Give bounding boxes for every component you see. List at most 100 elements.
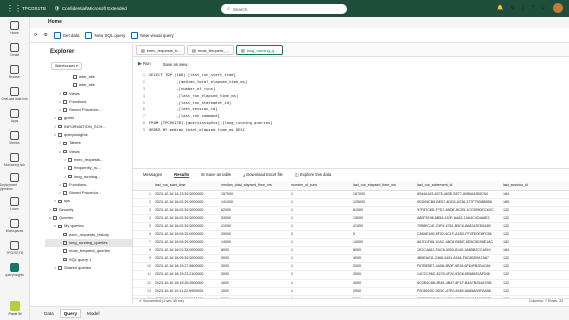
- table-cell[interactable]: 41000: [219, 222, 289, 231]
- table-cell[interactable]: 182: [501, 238, 569, 248]
- column-header[interactable]: last_run_statement_id: [415, 181, 501, 191]
- tree-node[interactable]: > exec_requests...: [45, 156, 132, 164]
- table-cell[interactable]: 2023-10-16 16:04:29.0000000: [153, 238, 219, 248]
- avatar[interactable]: [553, 3, 563, 13]
- column-header[interactable]: last_run_start_time: [153, 181, 219, 191]
- table-cell[interactable]: C8D6E490-5F52-4C1F-A15D-FF3FE0E8FC58: [415, 230, 501, 240]
- tree-node[interactable]: > long_running...: [45, 173, 132, 181]
- tree-node[interactable]: > Shared queries: [45, 264, 132, 272]
- tree-node[interactable]: > Stored Procedur...: [45, 189, 132, 197]
- rail-item[interactable]: queryinsights: [0, 259, 29, 281]
- settings-icon[interactable]: ⚙: [510, 5, 514, 11]
- table-cell[interactable]: 132: [501, 270, 569, 280]
- table-cell[interactable]: 132: [501, 262, 569, 272]
- model-view-button[interactable]: Model: [87, 311, 100, 316]
- table-cell[interactable]: 2023-10-16 18:09:30.0000000: [153, 254, 219, 264]
- tree-node[interactable]: v My queries: [45, 222, 132, 230]
- table-cell[interactable]: 1: [289, 198, 351, 207]
- tree-node[interactable]: > Security: [45, 206, 132, 214]
- code-line[interactable]: ,[last_run_elapsed_time_ms]: [149, 93, 272, 100]
- data-view-button[interactable]: Data: [44, 311, 54, 316]
- query-view-button[interactable]: Query: [59, 309, 81, 318]
- table-row[interactable]: 5 2023-10-16 16:02:30.0000000 41000 1 41000 7…: [133, 222, 569, 231]
- run-button[interactable]: ▶ Run: [138, 61, 151, 67]
- tree-node[interactable]: > guest: [45, 114, 132, 122]
- table-cell[interactable]: 2000: [351, 287, 415, 296]
- table-cell[interactable]: 41000: [351, 222, 415, 231]
- table-cell[interactable]: 13000: [351, 214, 415, 223]
- tab-results[interactable]: Results: [174, 172, 190, 178]
- explore-data-button[interactable]: ◫ Explore this data: [295, 172, 331, 177]
- rail-item[interactable]: OneLake data hub: [0, 83, 29, 105]
- download-excel-button[interactable]: ⤓ Download Excel file: [243, 172, 283, 177]
- rail-item[interactable]: Workspaces: [0, 215, 29, 237]
- table-row[interactable]: 1 2023-10-16 14:13:30.0000000 157000 1 15700…: [133, 190, 569, 199]
- tree-node[interactable]: > Stored Procedur...: [45, 106, 132, 114]
- tree-node[interactable]: > Tables: [45, 139, 132, 147]
- table-cell[interactable]: 2023-10-16 18:19:23.2100000: [153, 270, 219, 280]
- table-cell[interactable]: F67BE5E7-4A56-4B0F-9E28-6F64FB2B4C66: [415, 262, 501, 272]
- table-cell[interactable]: 1: [289, 214, 351, 223]
- rail-item[interactable]: Browse: [0, 61, 29, 83]
- table-cell[interactable]: 2023-10-16 18:19:26.5500000: [153, 279, 219, 288]
- table-cell[interactable]: 1: [289, 246, 351, 256]
- table-cell[interactable]: 157000: [351, 190, 415, 199]
- column-header[interactable]: number_of_runs: [289, 181, 351, 191]
- tree-node[interactable]: > Functions: [45, 181, 132, 189]
- table-cell[interactable]: 1: [289, 222, 351, 231]
- notifications-icon[interactable]: 🔔: [497, 5, 503, 11]
- table-cell[interactable]: 2023-10-16 16:02:29.0000000: [153, 198, 219, 207]
- workspace-name[interactable]: TPCDS1TB: [22, 6, 46, 11]
- table-cell[interactable]: 184: [501, 190, 569, 199]
- table-cell[interactable]: 53000: [219, 214, 289, 223]
- table-cell[interactable]: 2000: [219, 287, 289, 296]
- table-cell[interactable]: 1: [289, 262, 351, 272]
- rail-item[interactable]: Metrics: [0, 127, 29, 149]
- table-cell[interactable]: 132: [501, 254, 569, 264]
- table-row[interactable]: 10 2023-10-16 18:19:27.5600000 3000 1 2000 F6…: [133, 262, 569, 272]
- table-cell[interactable]: 132: [501, 214, 569, 223]
- table-row[interactable]: 4 2023-10-16 16:02:30.0000000 53000 1 13000 A…: [133, 214, 569, 223]
- table-row[interactable]: 2 2023-10-16 16:02:29.0000000 141000 1 12500…: [133, 198, 569, 207]
- help-icon[interactable]: ?: [531, 5, 534, 11]
- rail-item[interactable]: Deployment pipelines: [0, 171, 29, 193]
- tree-node[interactable]: exec_requests_history: [45, 231, 132, 239]
- rail-item[interactable]: TPCDS1TB: [0, 237, 29, 259]
- tab-messages[interactable]: Messages: [143, 172, 162, 177]
- table-cell[interactable]: 184: [501, 246, 569, 256]
- table-cell[interactable]: F0D6025C-5D3C-47E0-8189-8A65AD9FAA58: [415, 287, 501, 296]
- code-line[interactable]: ,[median_total_elapsed_time_ms]: [149, 79, 272, 86]
- table-cell[interactable]: 61000: [351, 206, 415, 215]
- code-line[interactable]: ,[number_of_runs]: [149, 86, 272, 93]
- table-cell[interactable]: 1: [289, 190, 351, 199]
- table-cell[interactable]: 7958EC1E-C0F6-4781-B9C6-8A6242ED644B: [415, 222, 501, 231]
- table-cell[interactable]: 4000: [351, 254, 415, 264]
- table-row[interactable]: 3 2023-10-16 16:02:30.0000000 62000 1 61000 9…: [133, 206, 569, 215]
- app-launcher-icon[interactable]: ⋮⋮: [6, 4, 22, 14]
- table-cell[interactable]: 3000: [219, 262, 289, 272]
- table-cell[interactable]: 62000: [219, 206, 289, 215]
- column-header[interactable]: last_session_id: [501, 181, 569, 191]
- table-cell[interactable]: 8000: [219, 246, 289, 256]
- table-row[interactable]: 6 2023-10-16 16:04:25.0000000 25000 2 0 C8D6E…: [133, 230, 569, 240]
- tab-most-frequent-queries[interactable]: ▤ most_frequent_...: [187, 45, 234, 55]
- table-cell[interactable]: 132: [501, 230, 569, 240]
- tab-long-running-queries[interactable]: ▤ long_running_q...: [235, 45, 283, 55]
- rail-item[interactable]: Learn: [0, 193, 29, 215]
- table-cell[interactable]: 125000: [351, 198, 415, 207]
- table-cell[interactable]: 1: [289, 270, 351, 280]
- tree-node[interactable]: > Views: [45, 90, 132, 98]
- table-cell[interactable]: 1: [289, 279, 351, 288]
- table-cell[interactable]: 1: [289, 238, 351, 248]
- table-cell[interactable]: 4000: [351, 279, 415, 288]
- table-cell[interactable]: 2023-10-16 14:13:30.0000000: [153, 190, 219, 199]
- table-cell[interactable]: 2023-10-16 16:01:33.0000000: [153, 246, 219, 256]
- code-line[interactable]: FROM [TPCDS1TB].[queryinsights].[long_ru…: [149, 120, 272, 127]
- table-cell[interactable]: 132: [501, 287, 569, 296]
- rail-item[interactable]: Home: [0, 17, 29, 39]
- new-visual-query-button[interactable]: New visual query: [131, 31, 174, 39]
- tree-node[interactable]: most_frequent_queries: [45, 247, 132, 255]
- code-line[interactable]: ,[last_session_id]: [149, 106, 272, 113]
- feedback-icon[interactable]: ☺: [541, 5, 546, 11]
- warehouses-dropdown[interactable]: Warehouses ▾: [51, 62, 82, 70]
